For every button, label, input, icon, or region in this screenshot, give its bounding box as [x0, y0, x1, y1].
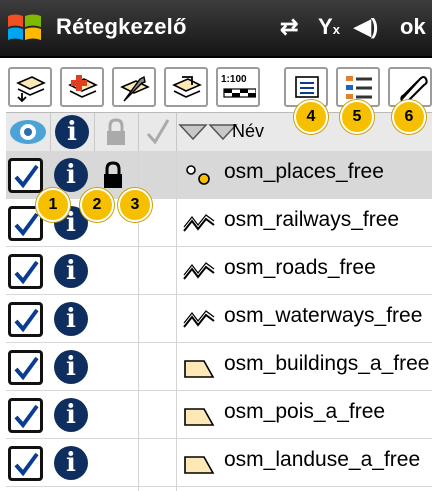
layer-export-icon [172, 76, 202, 98]
title-bar: Rétegkezelő ⇄ Yx ◀) ok [0, 0, 432, 58]
info-icon[interactable]: i [54, 398, 88, 432]
layer-plus-icon [68, 75, 98, 98]
info-icon[interactable]: i [54, 446, 88, 480]
name-header-label: Név [232, 121, 265, 141]
polygon-geometry-icon [182, 449, 216, 477]
visibility-checkbox[interactable] [8, 254, 43, 289]
lock-column-header[interactable] [94, 113, 139, 151]
lock-icon[interactable] [102, 161, 124, 194]
layer-name: osm_buildings_a_free [224, 352, 430, 375]
checkmark-icon [14, 404, 39, 429]
table-row[interactable]: i osm_pois_a_free [6, 391, 432, 439]
table-row[interactable]: i osm_landuse_a_free [6, 439, 432, 487]
checkmark-icon [146, 119, 170, 145]
polygon-geometry-icon [182, 401, 216, 429]
line-geometry-icon [182, 305, 216, 333]
windows-start-icon[interactable] [6, 10, 44, 46]
callout-badge: 4 [294, 100, 328, 134]
line-geometry-icon [182, 209, 216, 237]
paperclip-icon [400, 76, 428, 103]
callout-badge: 5 [340, 100, 374, 134]
layer-name: osm_waterways_free [224, 304, 423, 327]
scale-button[interactable]: 1:100 [216, 67, 260, 107]
checkmark-icon [14, 356, 39, 381]
scale-icon [223, 88, 256, 98]
eye-icon [10, 120, 46, 144]
checkmark-icon [14, 308, 39, 333]
layer-name: osm_places_free [224, 160, 384, 183]
column-divider [176, 151, 177, 491]
table-row[interactable]: i osm_places_free [6, 151, 432, 199]
table-row[interactable]: i osm_roads_free [6, 247, 432, 295]
properties-icon [295, 76, 319, 98]
visibility-checkbox[interactable] [8, 158, 43, 193]
info-icon[interactable]: i [54, 302, 88, 336]
callout-badge: 2 [80, 188, 114, 222]
checkmark-icon [14, 212, 39, 237]
no-signal-icon[interactable]: Yx [318, 14, 340, 40]
checkmark-icon [14, 164, 39, 189]
point-geometry-icon [182, 161, 216, 189]
geometry-column-header[interactable] [176, 113, 210, 151]
layer-edit-button[interactable] [112, 67, 156, 107]
callout-badge: 3 [118, 188, 152, 222]
layer-name: osm_landuse_a_free [224, 448, 421, 471]
callout-badge: 6 [392, 100, 426, 134]
editable-column-header[interactable] [138, 113, 177, 151]
layer-arrow-icon [16, 76, 46, 103]
info-icon[interactable]: i [54, 254, 88, 288]
callout-badge: 1 [36, 188, 70, 222]
layer-name: osm_roads_free [224, 256, 376, 279]
window-title: Rétegkezelő [56, 14, 187, 39]
legend-list-icon [346, 76, 372, 99]
info-icon[interactable]: i [54, 350, 88, 384]
wrench-icon [120, 75, 150, 102]
layer-add-button[interactable] [60, 67, 104, 107]
ok-button[interactable]: ok [400, 14, 426, 40]
visibility-checkbox[interactable] [8, 350, 43, 385]
volume-icon[interactable]: ◀) [354, 14, 378, 40]
checkmark-icon [14, 452, 39, 477]
table-row[interactable]: i osm_waterways_free [6, 295, 432, 343]
visibility-checkbox[interactable] [8, 446, 43, 481]
table-row[interactable]: i osm_buildings_a_free [6, 343, 432, 391]
visibility-checkbox[interactable] [8, 398, 43, 433]
layer-name: osm_railways_free [224, 208, 400, 231]
polygon-geometry-icon [182, 353, 216, 381]
line-geometry-icon [182, 257, 216, 285]
visibility-column-header[interactable] [6, 113, 51, 151]
checkmark-icon [14, 260, 39, 285]
lock-icon [107, 118, 125, 145]
sort-down-icon [178, 124, 208, 141]
layer-open-button[interactable] [8, 67, 52, 107]
connectivity-icon[interactable]: ⇄ [280, 14, 298, 40]
toolbar: 1:100 [0, 58, 432, 110]
layer-name: osm_pois_a_free [224, 400, 386, 423]
info-column-header[interactable]: i [50, 113, 95, 151]
layer-export-button[interactable] [164, 67, 208, 107]
info-icon: i [55, 115, 89, 149]
visibility-checkbox[interactable] [8, 302, 43, 337]
info-icon[interactable]: i [54, 158, 88, 192]
